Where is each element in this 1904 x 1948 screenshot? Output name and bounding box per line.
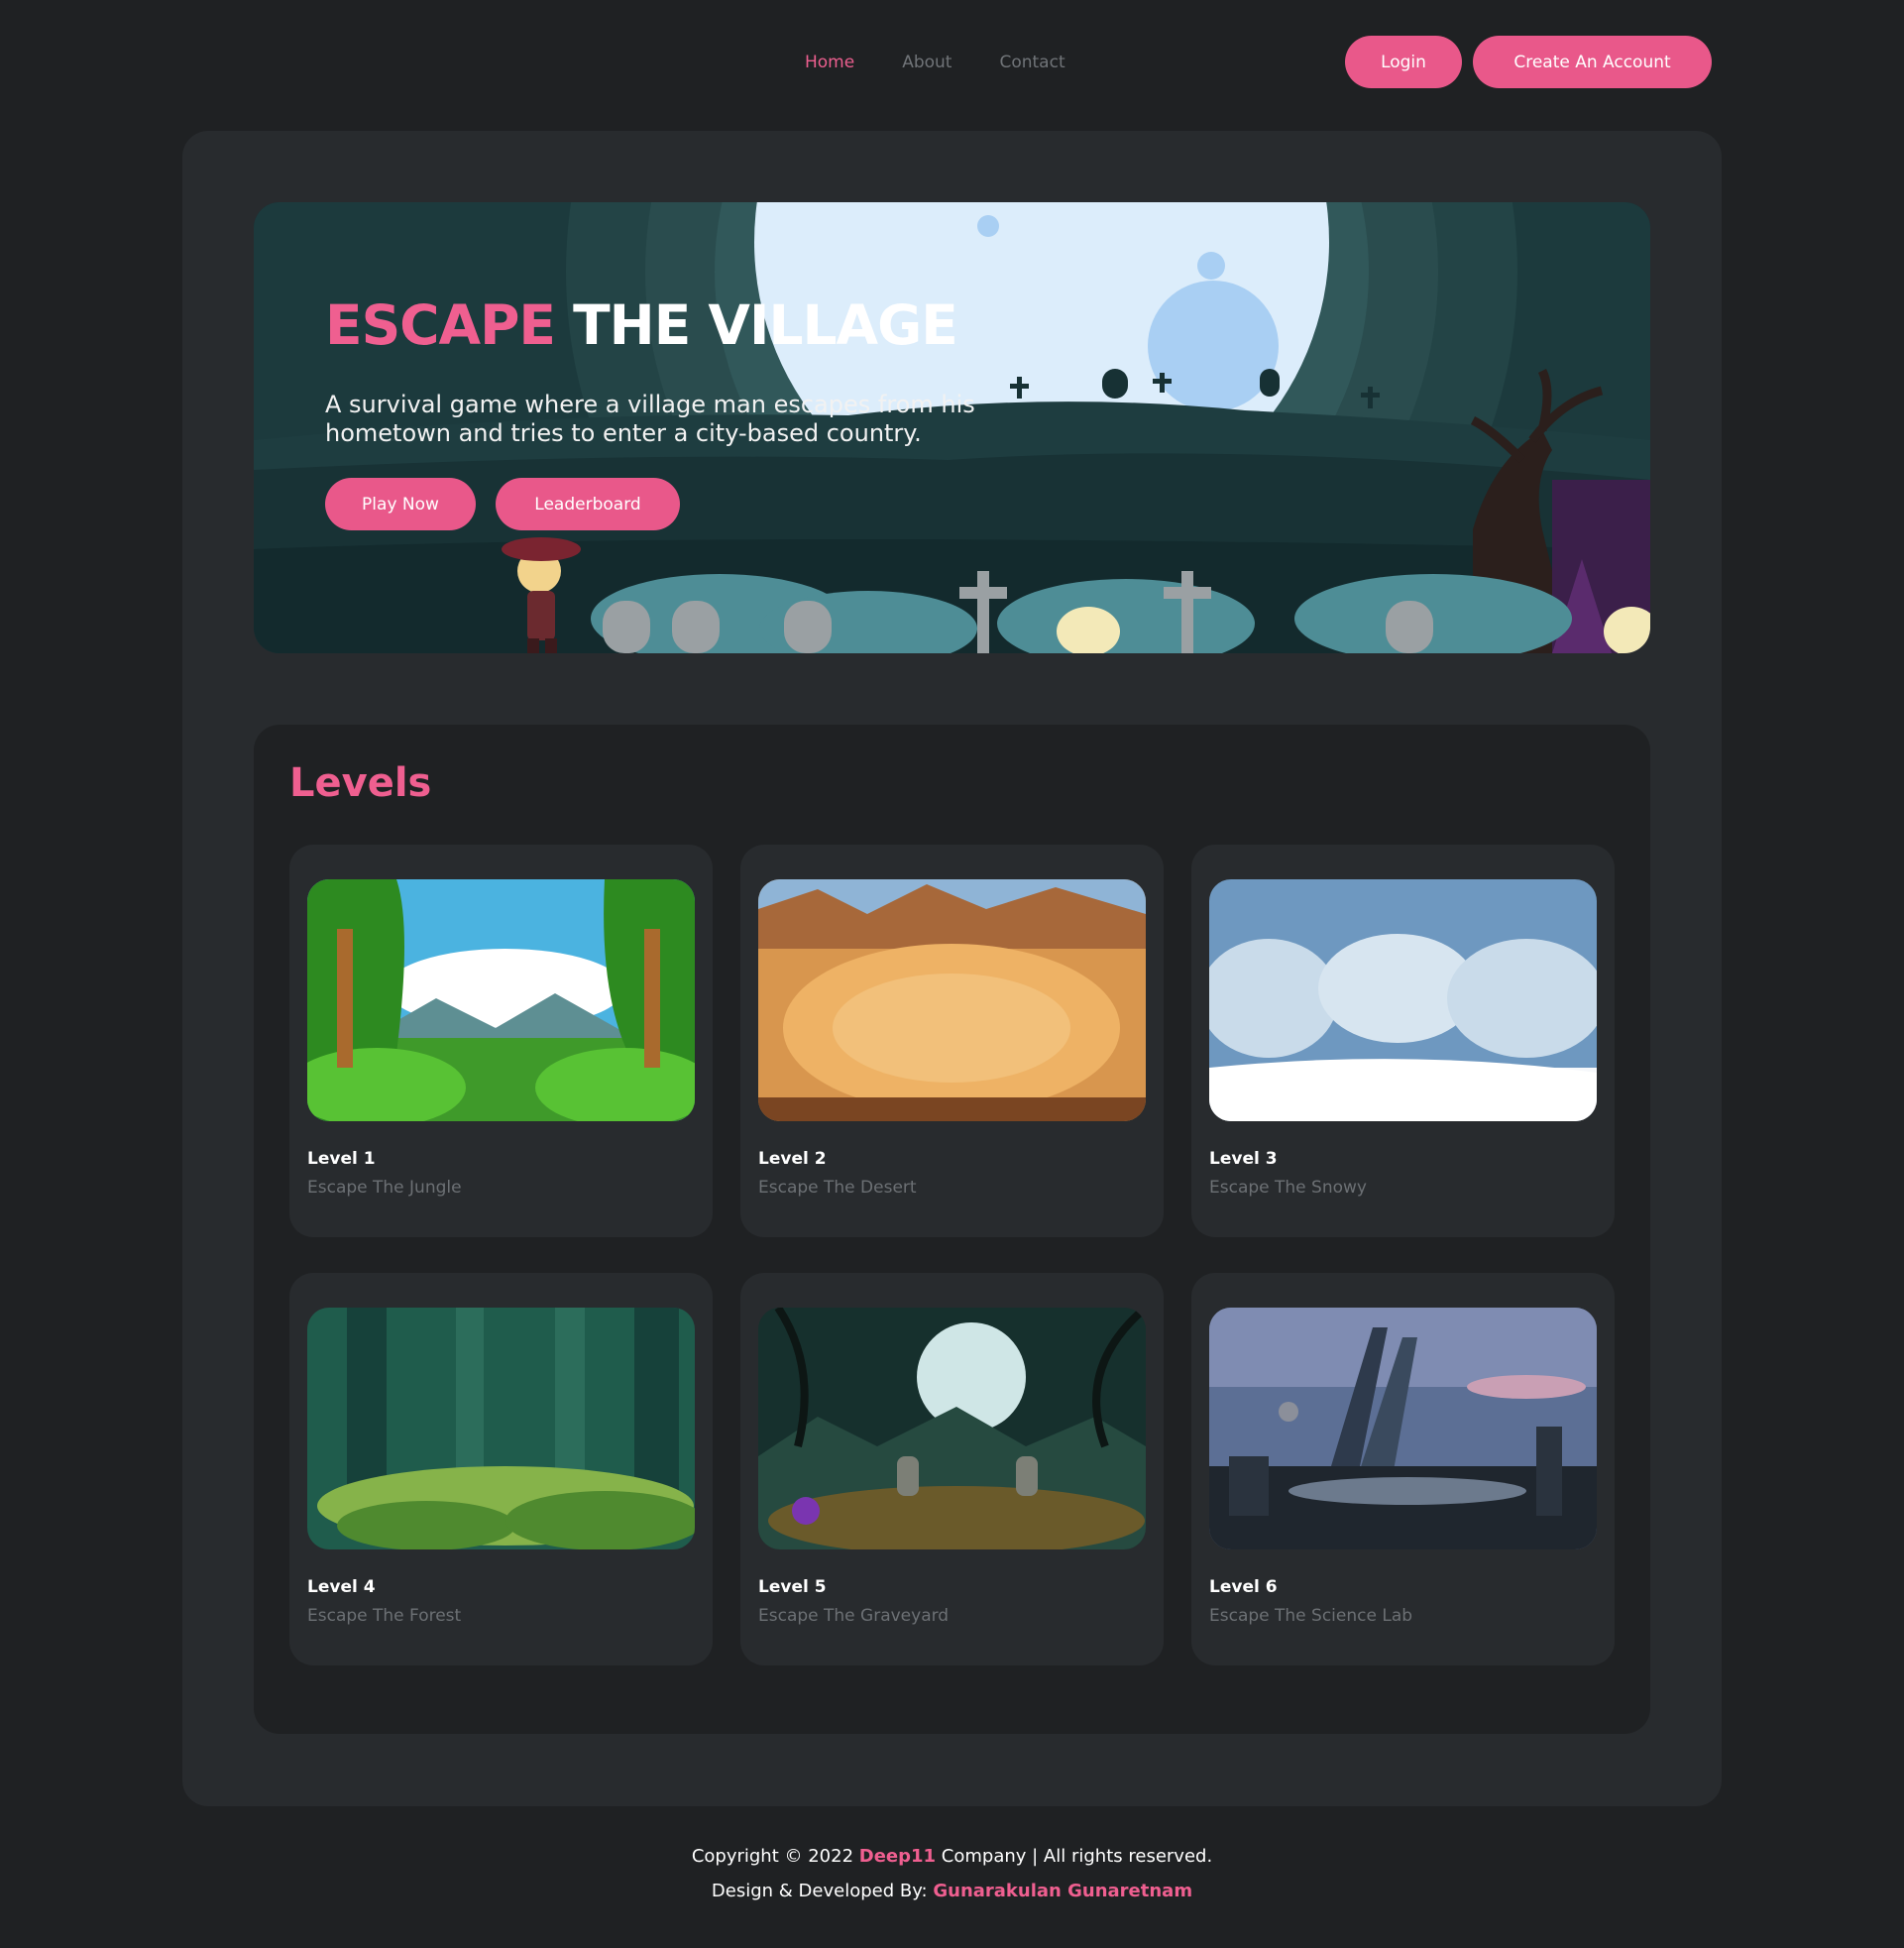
forest-level-image bbox=[307, 1308, 695, 1549]
level-subtitle: Escape The Forest bbox=[307, 1606, 462, 1626]
copyright-suffix: Company | All rights reserved. bbox=[941, 1846, 1213, 1867]
hero-banner: ESCAPE THE VILLAGE A survival game where… bbox=[254, 202, 1650, 653]
level-number: Level 6 bbox=[1209, 1577, 1278, 1597]
login-button[interactable]: Login bbox=[1345, 36, 1462, 88]
level-subtitle: Escape The Science Lab bbox=[1209, 1606, 1413, 1626]
hero-title-highlight: ESCAPE bbox=[325, 293, 556, 357]
copyright-prefix: Copyright © 2022 bbox=[691, 1846, 854, 1867]
leaderboard-button[interactable]: Leaderboard bbox=[496, 478, 680, 530]
footer: Copyright © 2022 Deep11 Company | All ri… bbox=[0, 1846, 1904, 1901]
level-subtitle: Escape The Graveyard bbox=[758, 1606, 950, 1626]
desert-level-image bbox=[758, 879, 1146, 1121]
hero-title: ESCAPE THE VILLAGE bbox=[325, 293, 958, 357]
level-card-2[interactable]: Level 2 Escape The Desert bbox=[740, 845, 1164, 1237]
nav-links: Home About Contact bbox=[805, 53, 1065, 72]
level-number: Level 5 bbox=[758, 1577, 827, 1597]
levels-section: Levels Level 1 Escape The Jungle Level 2… bbox=[254, 725, 1650, 1734]
nav-link-about[interactable]: About bbox=[902, 53, 952, 72]
play-now-button[interactable]: Play Now bbox=[325, 478, 476, 530]
level-number: Level 2 bbox=[758, 1149, 827, 1169]
level-subtitle: Escape The Desert bbox=[758, 1178, 917, 1198]
level-card-4[interactable]: Level 4 Escape The Forest bbox=[289, 1273, 713, 1665]
top-navigation: Home About Contact Login Create An Accou… bbox=[0, 0, 1904, 129]
level-card-5[interactable]: Level 5 Escape The Graveyard bbox=[740, 1273, 1164, 1665]
company-name: Deep11 bbox=[858, 1846, 937, 1867]
jungle-level-image bbox=[307, 879, 695, 1121]
developer-prefix: Design & Developed By: bbox=[711, 1881, 928, 1901]
level-number: Level 1 bbox=[307, 1149, 376, 1169]
graveyard-level-image bbox=[758, 1308, 1146, 1549]
create-account-button[interactable]: Create An Account bbox=[1473, 36, 1712, 88]
nav-link-contact[interactable]: Contact bbox=[999, 53, 1064, 72]
main-panel: ESCAPE THE VILLAGE A survival game where… bbox=[182, 131, 1722, 1806]
level-card-1[interactable]: Level 1 Escape The Jungle bbox=[289, 845, 713, 1237]
science-lab-level-image bbox=[1209, 1308, 1597, 1549]
developer-name: Gunarakulan Gunaretnam bbox=[933, 1881, 1193, 1901]
levels-title: Levels bbox=[289, 760, 432, 806]
hero-description: A survival game where a village man esca… bbox=[325, 391, 975, 447]
level-subtitle: Escape The Snowy bbox=[1209, 1178, 1367, 1198]
nav-link-home[interactable]: Home bbox=[805, 53, 854, 72]
hero-title-rest: THE VILLAGE bbox=[573, 293, 958, 357]
level-card-6[interactable]: Level 6 Escape The Science Lab bbox=[1191, 1273, 1615, 1665]
level-card-3[interactable]: Level 3 Escape The Snowy bbox=[1191, 845, 1615, 1237]
developer-line: Design & Developed By: Gunarakulan Gunar… bbox=[0, 1881, 1904, 1901]
copyright-line: Copyright © 2022 Deep11 Company | All ri… bbox=[0, 1846, 1904, 1867]
level-subtitle: Escape The Jungle bbox=[307, 1178, 462, 1198]
level-number: Level 3 bbox=[1209, 1149, 1278, 1169]
snowy-level-image bbox=[1209, 879, 1597, 1121]
level-number: Level 4 bbox=[307, 1577, 376, 1597]
